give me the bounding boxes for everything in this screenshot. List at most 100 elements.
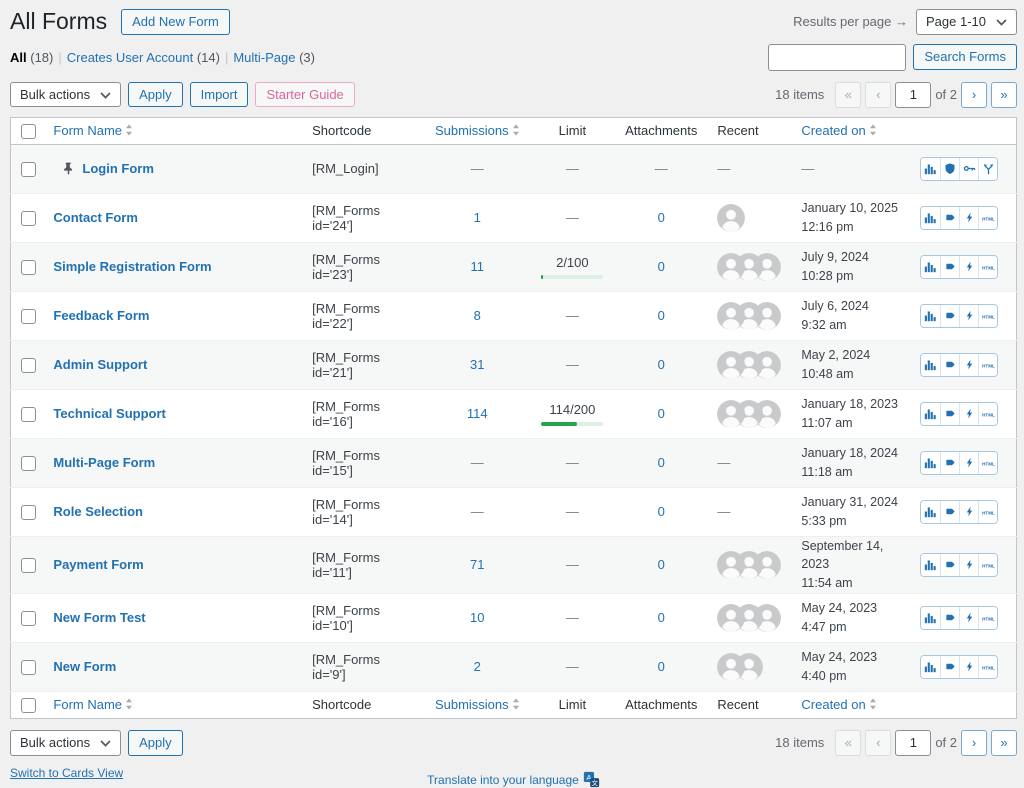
last-page-button[interactable]: »: [991, 82, 1017, 108]
row-action-bar-chart-icon[interactable]: [921, 656, 940, 678]
prev-page-button[interactable]: ‹: [865, 730, 891, 756]
row-action-tag-icon[interactable]: [940, 354, 959, 376]
column-header-submissions[interactable]: Submissions: [425, 691, 530, 718]
form-name-link[interactable]: Multi-Page Form: [53, 455, 155, 470]
translate-link[interactable]: Translate into your language: [427, 773, 579, 787]
row-action-bar-chart-icon[interactable]: [921, 403, 940, 425]
row-checkbox[interactable]: [21, 211, 36, 226]
column-header-submissions[interactable]: Submissions: [425, 117, 530, 144]
row-checkbox[interactable]: [21, 309, 36, 324]
row-action-lightning-icon[interactable]: [959, 305, 978, 327]
row-checkbox[interactable]: [21, 162, 36, 177]
attachments-link[interactable]: 0: [658, 308, 665, 323]
row-action-bar-chart-icon[interactable]: [921, 305, 940, 327]
filter-link-multi-page[interactable]: Multi-Page (3): [233, 50, 315, 65]
row-checkbox[interactable]: [21, 260, 36, 275]
row-action-tag-icon[interactable]: [940, 554, 959, 576]
row-action-bar-chart-icon[interactable]: [921, 158, 940, 180]
row-action-lightning-icon[interactable]: [959, 256, 978, 278]
prev-page-button[interactable]: ‹: [865, 82, 891, 108]
filter-link-creates-user-account[interactable]: Creates User Account (14): [67, 50, 220, 65]
attachments-link[interactable]: 0: [658, 659, 665, 674]
row-action-lightning-icon[interactable]: [959, 607, 978, 629]
add-new-form-button[interactable]: Add New Form: [121, 9, 230, 35]
row-action-tag-icon[interactable]: [940, 305, 959, 327]
row-action-lightning-icon[interactable]: [959, 656, 978, 678]
form-name-link[interactable]: Simple Registration Form: [53, 259, 211, 274]
search-forms-button[interactable]: Search Forms: [913, 44, 1017, 70]
row-action-branch-icon[interactable]: [978, 158, 997, 180]
row-action-html-icon[interactable]: HTML: [978, 305, 997, 327]
row-action-key-icon[interactable]: [959, 158, 978, 180]
form-name-link[interactable]: New Form: [53, 659, 116, 674]
first-page-button[interactable]: «: [835, 730, 861, 756]
row-checkbox[interactable]: [21, 660, 36, 675]
row-checkbox[interactable]: [21, 611, 36, 626]
bulk-actions-select-bottom[interactable]: Bulk actions: [10, 730, 121, 756]
form-name-link[interactable]: Login Form: [82, 161, 154, 176]
attachments-link[interactable]: 0: [658, 406, 665, 421]
form-name-link[interactable]: Feedback Form: [53, 308, 149, 323]
row-action-bar-chart-icon[interactable]: [921, 607, 940, 629]
submissions-link[interactable]: 8: [474, 308, 481, 323]
attachments-link[interactable]: 0: [658, 357, 665, 372]
row-checkbox[interactable]: [21, 505, 36, 520]
row-action-html-icon[interactable]: HTML: [978, 207, 997, 229]
results-per-page-select[interactable]: Page 1-10: [916, 9, 1017, 35]
row-action-tag-icon[interactable]: [940, 403, 959, 425]
row-action-html-icon[interactable]: HTML: [978, 256, 997, 278]
row-action-tag-icon[interactable]: [940, 607, 959, 629]
column-header-form-name[interactable]: Form Name: [43, 691, 302, 718]
row-action-lightning-icon[interactable]: [959, 501, 978, 523]
submissions-link[interactable]: 1: [474, 210, 481, 225]
row-action-html-icon[interactable]: HTML: [978, 607, 997, 629]
attachments-link[interactable]: 0: [658, 504, 665, 519]
form-name-link[interactable]: New Form Test: [53, 610, 145, 625]
search-input[interactable]: [768, 44, 906, 71]
attachments-link[interactable]: 0: [658, 455, 665, 470]
form-name-link[interactable]: Technical Support: [53, 406, 165, 421]
next-page-button[interactable]: ›: [961, 730, 987, 756]
last-page-button[interactable]: »: [991, 730, 1017, 756]
row-checkbox[interactable]: [21, 558, 36, 573]
row-action-bar-chart-icon[interactable]: [921, 354, 940, 376]
form-name-link[interactable]: Contact Form: [53, 210, 138, 225]
column-header-created-on[interactable]: Created on: [791, 117, 910, 144]
row-action-tag-icon[interactable]: [940, 452, 959, 474]
form-name-link[interactable]: Role Selection: [53, 504, 143, 519]
current-page-input[interactable]: 1: [895, 82, 931, 108]
bulk-actions-select[interactable]: Bulk actions: [10, 82, 121, 108]
import-button[interactable]: Import: [190, 82, 249, 108]
row-action-html-icon[interactable]: HTML: [978, 656, 997, 678]
row-action-bar-chart-icon[interactable]: [921, 554, 940, 576]
submissions-link[interactable]: 2: [474, 659, 481, 674]
submissions-link[interactable]: 11: [471, 259, 485, 274]
column-header-created-on[interactable]: Created on: [791, 691, 910, 718]
attachments-link[interactable]: 0: [658, 259, 665, 274]
row-action-lightning-icon[interactable]: [959, 354, 978, 376]
row-action-tag-icon[interactable]: [940, 501, 959, 523]
attachments-link[interactable]: 0: [658, 210, 665, 225]
attachments-link[interactable]: 0: [658, 610, 665, 625]
row-action-lightning-icon[interactable]: [959, 554, 978, 576]
select-all-checkbox[interactable]: [21, 124, 36, 139]
row-action-bar-chart-icon[interactable]: [921, 207, 940, 229]
row-action-html-icon[interactable]: HTML: [978, 501, 997, 523]
row-action-html-icon[interactable]: HTML: [978, 554, 997, 576]
submissions-link[interactable]: 114: [467, 406, 488, 421]
submissions-link[interactable]: 71: [470, 557, 484, 572]
row-action-html-icon[interactable]: HTML: [978, 403, 997, 425]
submissions-link[interactable]: 31: [470, 357, 484, 372]
row-action-shield-icon[interactable]: [940, 158, 959, 180]
row-checkbox[interactable]: [21, 407, 36, 422]
first-page-button[interactable]: «: [835, 82, 861, 108]
row-action-tag-icon[interactable]: [940, 656, 959, 678]
row-action-lightning-icon[interactable]: [959, 207, 978, 229]
row-action-html-icon[interactable]: HTML: [978, 354, 997, 376]
next-page-button[interactable]: ›: [961, 82, 987, 108]
row-checkbox[interactable]: [21, 456, 36, 471]
row-checkbox[interactable]: [21, 358, 36, 373]
current-page-input[interactable]: 1: [895, 730, 931, 756]
row-action-html-icon[interactable]: HTML: [978, 452, 997, 474]
row-action-bar-chart-icon[interactable]: [921, 452, 940, 474]
